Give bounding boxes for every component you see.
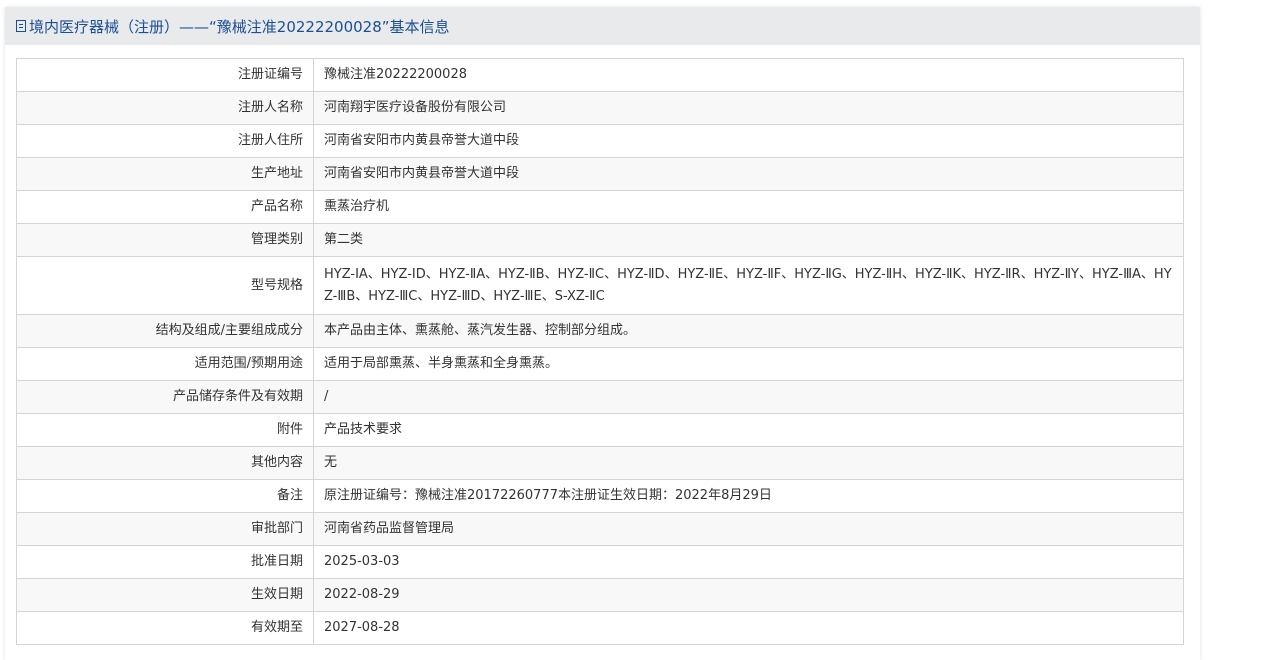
info-table-wrapper: 注册证编号 豫械注准20222200028 注册人名称 河南翔宇医疗设备股份有限…: [16, 58, 1184, 645]
row-label: 适用范围/预期用途: [16, 347, 314, 381]
row-label: 审批部门: [16, 512, 314, 546]
row-label: 注册人住所: [16, 124, 314, 158]
row-label: 批准日期: [16, 545, 314, 579]
row-value: /: [313, 380, 1184, 414]
table-row-intended-use: 适用范围/预期用途 适用于局部熏蒸、半身熏蒸和全身熏蒸。: [16, 347, 1184, 381]
row-value: 原注册证编号：豫械注准20172260777本注册证生效日期：2022年8月29…: [313, 479, 1184, 513]
row-value: 适用于局部熏蒸、半身熏蒸和全身熏蒸。: [313, 347, 1184, 381]
table-row-approval-date: 批准日期 2025-03-03: [16, 545, 1184, 579]
row-label: 备注: [16, 479, 314, 513]
table-row-storage-conditions: 产品储存条件及有效期 /: [16, 380, 1184, 414]
row-label: 注册人名称: [16, 91, 314, 125]
row-value: 河南翔宇医疗设备股份有限公司: [313, 91, 1184, 125]
row-value: HYZ-ⅠA、HYZ-ⅠD、HYZ-ⅡA、HYZ-ⅡB、HYZ-ⅡC、HYZ-Ⅱ…: [313, 256, 1184, 315]
table-row-registration-number: 注册证编号 豫械注准20222200028: [16, 58, 1184, 92]
panel-header: 境内医疗器械（注册）——“豫械注准20222200028”基本信息: [5, 7, 1200, 45]
row-value: 第二类: [313, 223, 1184, 257]
row-label: 生产地址: [16, 157, 314, 191]
table-row-production-address: 生产地址 河南省安阳市内黄县帝誉大道中段: [16, 157, 1184, 191]
row-value: 河南省安阳市内黄县帝誉大道中段: [313, 124, 1184, 158]
row-label: 其他内容: [16, 446, 314, 480]
info-table: 注册证编号 豫械注准20222200028 注册人名称 河南翔宇医疗设备股份有限…: [16, 58, 1184, 645]
row-label: 附件: [16, 413, 314, 447]
row-label: 型号规格: [16, 256, 314, 315]
info-panel: 境内医疗器械（注册）——“豫械注准20222200028”基本信息 注册证编号 …: [5, 7, 1200, 660]
row-label: 生效日期: [16, 578, 314, 612]
row-label: 有效期至: [16, 611, 314, 645]
row-value: 无: [313, 446, 1184, 480]
table-row-registrant-address: 注册人住所 河南省安阳市内黄县帝誉大道中段: [16, 124, 1184, 158]
row-label: 注册证编号: [16, 58, 314, 92]
table-row-approval-department: 审批部门 河南省药品监督管理局: [16, 512, 1184, 546]
document-icon: [16, 20, 26, 32]
table-row-product-name: 产品名称 熏蒸治疗机: [16, 190, 1184, 224]
table-row-valid-until: 有效期至 2027-08-28: [16, 611, 1184, 645]
row-value: 2025-03-03: [313, 545, 1184, 579]
table-row-other-content: 其他内容 无: [16, 446, 1184, 480]
table-row-attachment: 附件 产品技术要求: [16, 413, 1184, 447]
row-value: 豫械注准20222200028: [313, 58, 1184, 92]
row-label: 产品储存条件及有效期: [16, 380, 314, 414]
page-title: 境内医疗器械（注册）——“豫械注准20222200028”基本信息: [29, 17, 450, 36]
row-value: 河南省安阳市内黄县帝誉大道中段: [313, 157, 1184, 191]
row-value: 熏蒸治疗机: [313, 190, 1184, 224]
table-row-management-category: 管理类别 第二类: [16, 223, 1184, 257]
row-value: 产品技术要求: [313, 413, 1184, 447]
row-value: 2022-08-29: [313, 578, 1184, 612]
table-row-registrant-name: 注册人名称 河南翔宇医疗设备股份有限公司: [16, 91, 1184, 125]
row-value: 本产品由主体、熏蒸舱、蒸汽发生器、控制部分组成。: [313, 314, 1184, 348]
row-label: 产品名称: [16, 190, 314, 224]
table-row-model-spec: 型号规格 HYZ-ⅠA、HYZ-ⅠD、HYZ-ⅡA、HYZ-ⅡB、HYZ-ⅡC、…: [16, 256, 1184, 315]
table-row-effective-date: 生效日期 2022-08-29: [16, 578, 1184, 612]
row-value: 河南省药品监督管理局: [313, 512, 1184, 546]
table-row-structure-composition: 结构及组成/主要组成成分 本产品由主体、熏蒸舱、蒸汽发生器、控制部分组成。: [16, 314, 1184, 348]
table-row-remarks: 备注 原注册证编号：豫械注准20172260777本注册证生效日期：2022年8…: [16, 479, 1184, 513]
row-value: 2027-08-28: [313, 611, 1184, 645]
row-label: 结构及组成/主要组成成分: [16, 314, 314, 348]
row-label: 管理类别: [16, 223, 314, 257]
